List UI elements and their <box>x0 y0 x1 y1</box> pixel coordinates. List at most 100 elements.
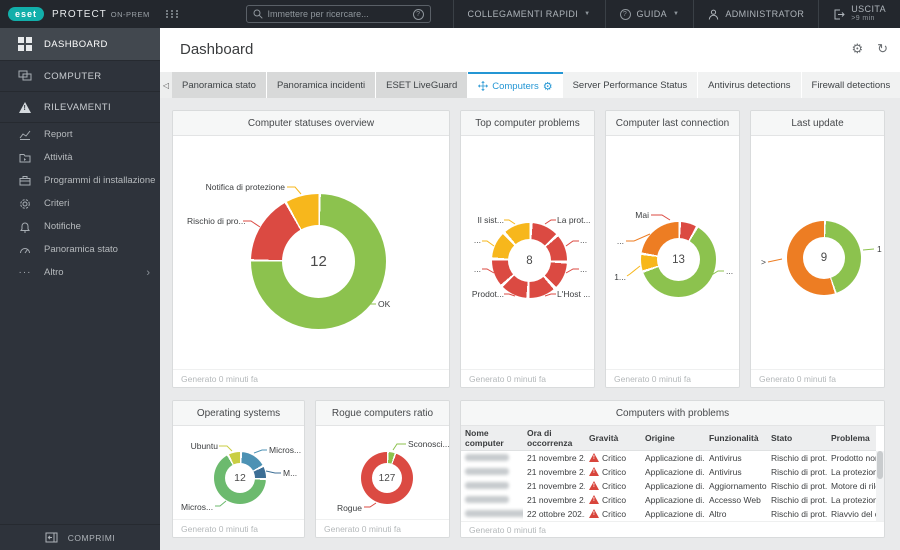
chevron-down-icon: ▼ <box>584 11 591 17</box>
refresh-icon[interactable]: ↻ <box>877 41 888 57</box>
critical-warning-icon: ! <box>589 494 599 504</box>
segment-label: ... <box>726 266 734 276</box>
collapse-label: COMPRIMI <box>67 532 116 543</box>
col-problema[interactable]: Problema <box>827 426 876 451</box>
detections-warning-icon: ! <box>18 101 32 113</box>
report-icon <box>18 129 32 140</box>
os-donut-chart[interactable]: 12 <box>214 452 266 504</box>
collapse-sidebar-button[interactable]: COMPRIMI <box>0 524 160 550</box>
widget-computers-with-problems: Computers with problems Nome computer Or… <box>460 400 885 538</box>
segment-label: Prodot... <box>471 289 504 299</box>
generated-timestamp: Generato 0 minuti fa <box>461 369 594 387</box>
main-header: Dashboard ⚙ ↻ <box>160 28 900 72</box>
tab-firewall-detections[interactable]: Firewall detections <box>801 72 900 98</box>
sidebar-item-label: RILEVAMENTI <box>44 101 112 113</box>
last-connection-donut-chart[interactable]: 13 <box>641 222 716 297</box>
segment-label: ... <box>616 236 624 246</box>
logout-timer: >9 min <box>851 15 875 22</box>
table-row[interactable]: 21 novembre 2... ! Critico Applicazione d… <box>461 479 876 493</box>
tab-settings-gear-icon[interactable]: ⚙ <box>543 80 553 93</box>
tab-antivirus-detections[interactable]: Antivirus detections <box>698 72 802 98</box>
widget-top-computer-problems: Top computer problems 8 Il sist... La pr… <box>460 110 595 388</box>
dashboard-content: Computer statuses overview 12 Notifica d… <box>160 98 900 550</box>
help-icon: ? <box>619 8 631 20</box>
dashboard-settings-gear-icon[interactable]: ⚙ <box>851 41 863 57</box>
widget-operating-systems: Operating systems 12 Ubuntu Micros... M.… <box>172 400 305 538</box>
table-row[interactable]: 21 novembre 2... ! Critico Applicazione d… <box>461 493 876 507</box>
scrollbar-thumb[interactable] <box>877 451 883 479</box>
table-scrollbar[interactable] <box>876 451 884 521</box>
search-icon <box>253 9 263 19</box>
search-help-icon[interactable]: ? <box>412 8 424 20</box>
more-dots-icon: ··· <box>18 267 32 278</box>
segment-label: 1 <box>877 244 882 254</box>
last-update-donut-chart[interactable]: 9 <box>787 221 861 295</box>
critical-warning-icon: ! <box>589 452 599 462</box>
widget-title: Computer last connection <box>606 111 739 136</box>
problems-donut-chart[interactable]: 8 <box>492 223 567 298</box>
segment-label: ... <box>580 235 588 245</box>
segment-label: Sconosci... <box>408 439 450 449</box>
user-menu[interactable]: ADMINISTRATOR <box>693 0 818 28</box>
widget-title: Last update <box>751 111 884 136</box>
tab-panoramica-incidenti[interactable]: Panoramica incidenti <box>266 72 377 98</box>
col-funzionalita[interactable]: Funzionalità <box>705 426 767 451</box>
segment-label: ... <box>473 264 481 274</box>
sidebar-item-rilevamenti[interactable]: ! RILEVAMENTI <box>0 92 160 123</box>
sidebar-item-label: Notifiche <box>44 221 81 232</box>
sidebar-item-computer[interactable]: COMPUTER <box>0 61 160 92</box>
tabs-scroll-left[interactable]: ◁ <box>160 72 172 98</box>
segment-label: L'Host ... <box>557 289 591 299</box>
tab-computers[interactable]: Computers ⚙ <box>468 72 563 98</box>
segment-label: Mai <box>635 210 649 220</box>
computers-icon <box>18 70 32 82</box>
sidebar-item-altro[interactable]: ··· Altro › <box>0 261 160 284</box>
sidebar-item-notifiche[interactable]: Notifiche <box>0 215 160 238</box>
col-origine[interactable]: Origine <box>641 426 705 451</box>
sidebar-item-criteri[interactable]: Criteri <box>0 192 160 215</box>
table-row[interactable]: 21 novembre 2... ! Critico Applicazione d… <box>461 451 876 465</box>
redacted-computer-name <box>465 468 509 475</box>
chevron-down-icon: ▼ <box>673 11 680 17</box>
segment-label: M... <box>283 468 298 478</box>
rogue-donut-chart[interactable]: 127 <box>361 452 413 504</box>
dashboard-icon <box>18 37 32 51</box>
segment-label: Micros... <box>181 502 214 512</box>
sidebar-item-installazione[interactable]: Programmi di installazione <box>0 169 160 192</box>
installers-box-icon <box>18 175 32 186</box>
tab-server-performance[interactable]: Server Performance Status <box>562 72 699 98</box>
col-ora-occorrenza[interactable]: Ora di occorrenza <box>523 426 585 451</box>
top-bar: eset PROTECT ON-PREM ? COLLEGAMENTI RAPI… <box>0 0 900 28</box>
generated-timestamp: Generato 0 minuti fa <box>461 521 884 537</box>
donut-total: 8 <box>508 239 551 282</box>
sidebar-item-report[interactable]: Report <box>0 123 160 146</box>
statuses-donut-chart[interactable]: 12 <box>251 194 386 329</box>
apps-grid-icon[interactable] <box>165 10 180 18</box>
sidebar-item-attivita[interactable]: Attività <box>0 146 160 169</box>
table-row[interactable]: 21 novembre 2... ! Critico Applicazione d… <box>461 465 876 479</box>
col-stato[interactable]: Stato <box>767 426 827 451</box>
global-search[interactable]: ? <box>245 5 431 23</box>
help-menu[interactable]: ? GUIDA ▼ <box>604 0 694 28</box>
sidebar-item-panoramica-stato[interactable]: Panoramica stato <box>0 238 160 261</box>
logout-button[interactable]: USCITA >9 min <box>818 0 900 28</box>
quick-links-menu[interactable]: COLLEGAMENTI RAPIDI ▼ <box>452 0 605 28</box>
eset-logo[interactable]: eset <box>8 7 45 21</box>
search-input[interactable] <box>267 9 408 19</box>
col-nome-computer[interactable]: Nome computer <box>461 426 523 451</box>
tab-panoramica-stato[interactable]: Panoramica stato <box>172 72 267 98</box>
sidebar-item-dashboard[interactable]: DASHBOARD <box>0 28 160 61</box>
tasks-folder-icon <box>18 152 32 163</box>
redacted-computer-name <box>465 454 509 462</box>
logout-icon <box>834 9 845 19</box>
generated-timestamp: Generato 0 minuti fa <box>173 519 304 537</box>
widget-title: Operating systems <box>173 401 304 426</box>
chevron-right-icon: › <box>146 266 150 279</box>
table-row[interactable]: 22 ottobre 202... !Critico Applicazione … <box>461 507 876 521</box>
col-gravita[interactable]: Gravità <box>585 426 641 451</box>
segment-label: ... <box>473 235 481 245</box>
tab-eset-liveguard[interactable]: ESET LiveGuard <box>376 72 469 98</box>
sidebar-item-label: Panoramica stato <box>44 244 118 255</box>
generated-timestamp: Generato 0 minuti fa <box>751 369 884 387</box>
sidebar-item-label: DASHBOARD <box>44 38 108 50</box>
